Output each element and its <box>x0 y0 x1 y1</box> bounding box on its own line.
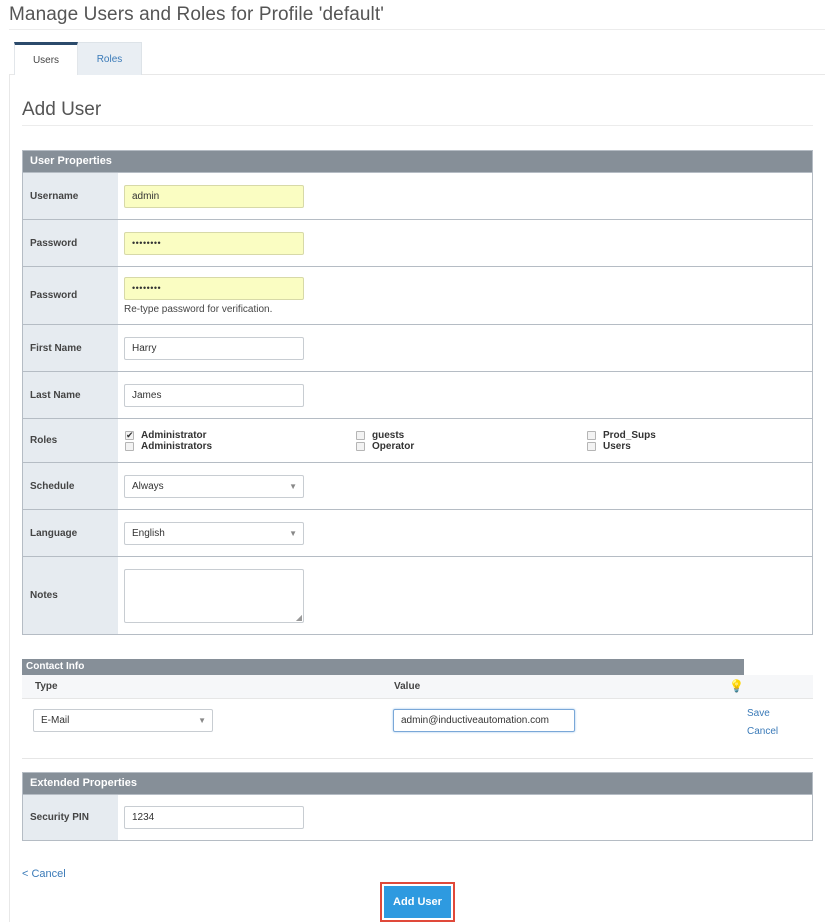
add-user-button[interactable]: Add User <box>384 886 451 918</box>
type-column-header: Type <box>35 681 58 692</box>
role-administrators[interactable]: Administrators <box>124 441 355 452</box>
schedule-row: Schedule Always ▼ <box>23 462 812 509</box>
password-row: Password •••••••• <box>23 219 812 266</box>
user-properties-panel: User Properties Username admin Password … <box>22 150 813 635</box>
role-users[interactable]: Users <box>586 441 786 452</box>
username-input[interactable]: admin <box>124 184 304 208</box>
contact-table-header: Type Value 💡 <box>22 675 813 699</box>
checkbox-icon[interactable] <box>356 430 365 440</box>
role-prod-sups[interactable]: Prod_Sups <box>586 430 786 441</box>
language-label: Language <box>23 510 118 556</box>
checkbox-icon[interactable] <box>125 441 134 451</box>
first-name-label: First Name <box>23 325 118 371</box>
section-divider <box>22 125 813 126</box>
chevron-down-icon: ▼ <box>289 528 297 538</box>
schedule-label: Schedule <box>23 463 118 509</box>
title-divider <box>9 29 825 30</box>
roles-label: Roles <box>23 419 118 462</box>
username-label: Username <box>23 173 118 219</box>
contact-info-section: Contact Info Type Value 💡 E-Mail ▼ admin@… <box>22 659 813 761</box>
contact-row: E-Mail ▼ admin@inductiveautomation.com Sa… <box>22 699 813 759</box>
password-hint: Re-type password for verification. <box>124 303 273 315</box>
password-confirm-label: Password <box>23 267 118 324</box>
tab-users[interactable]: Users <box>14 42 78 75</box>
security-pin-input[interactable]: 1234 <box>124 806 304 829</box>
role-administrator[interactable]: ✔ Administrator <box>124 430 355 441</box>
contact-info-header: Contact Info <box>22 659 744 675</box>
notes-label: Notes <box>23 557 118 634</box>
notes-row: Notes ◢ <box>23 556 812 634</box>
contact-type-select[interactable]: E-Mail ▼ <box>33 709 213 732</box>
tab-bar: Users Roles <box>14 42 142 75</box>
security-pin-label: Security PIN <box>23 795 118 840</box>
chevron-down-icon: ▼ <box>198 716 206 725</box>
security-pin-row: Security PIN 1234 <box>23 794 812 840</box>
first-name-input[interactable]: Harry <box>124 336 304 360</box>
section-title: Add User <box>22 99 102 120</box>
checkbox-checked-icon[interactable]: ✔ <box>125 430 134 440</box>
password-label: Password <box>23 220 118 266</box>
last-name-row: Last Name James <box>23 371 812 418</box>
last-name-label: Last Name <box>23 372 118 418</box>
extended-properties-header: Extended Properties <box>23 773 812 794</box>
password-confirm-input[interactable]: •••••••• <box>124 276 304 300</box>
value-column-header: Value <box>394 681 421 692</box>
last-name-input[interactable]: James <box>124 383 304 407</box>
roles-grid: ✔ Administrator guests Prod_Sups Administ… <box>124 430 812 452</box>
language-select[interactable]: English ▼ <box>124 521 304 545</box>
resize-grip-icon[interactable]: ◢ <box>296 613 302 622</box>
schedule-select[interactable]: Always ▼ <box>124 474 304 498</box>
roles-row: Roles ✔ Administrator guests Prod_Sups Ad… <box>23 418 812 462</box>
role-guests[interactable]: guests <box>355 430 586 441</box>
role-operator[interactable]: Operator <box>355 441 586 452</box>
contact-save-link[interactable]: Save <box>747 708 770 719</box>
chevron-down-icon: ▼ <box>289 481 297 491</box>
checkbox-icon[interactable] <box>587 441 596 451</box>
extended-properties-panel: Extended Properties Security PIN 1234 <box>22 772 813 841</box>
contact-value-input[interactable]: admin@inductiveautomation.com <box>393 709 575 732</box>
add-user-highlight: Add User <box>380 882 455 922</box>
lightbulb-icon[interactable]: 💡 <box>729 679 744 693</box>
password-confirm-row: Password •••••••• Re-type password for v… <box>23 266 812 324</box>
tab-roles[interactable]: Roles <box>78 42 142 75</box>
contact-cancel-link[interactable]: Cancel <box>747 726 778 737</box>
username-row: Username admin <box>23 172 812 219</box>
page-title: Manage Users and Roles for Profile 'defa… <box>9 4 384 25</box>
cancel-link[interactable]: < Cancel <box>22 868 66 880</box>
checkbox-icon[interactable] <box>587 430 596 440</box>
notes-textarea[interactable]: ◢ <box>124 568 304 623</box>
user-properties-header: User Properties <box>23 151 812 172</box>
language-row: Language English ▼ <box>23 509 812 556</box>
checkbox-icon[interactable] <box>356 441 365 451</box>
first-name-row: First Name Harry <box>23 324 812 371</box>
password-input[interactable]: •••••••• <box>124 231 304 255</box>
